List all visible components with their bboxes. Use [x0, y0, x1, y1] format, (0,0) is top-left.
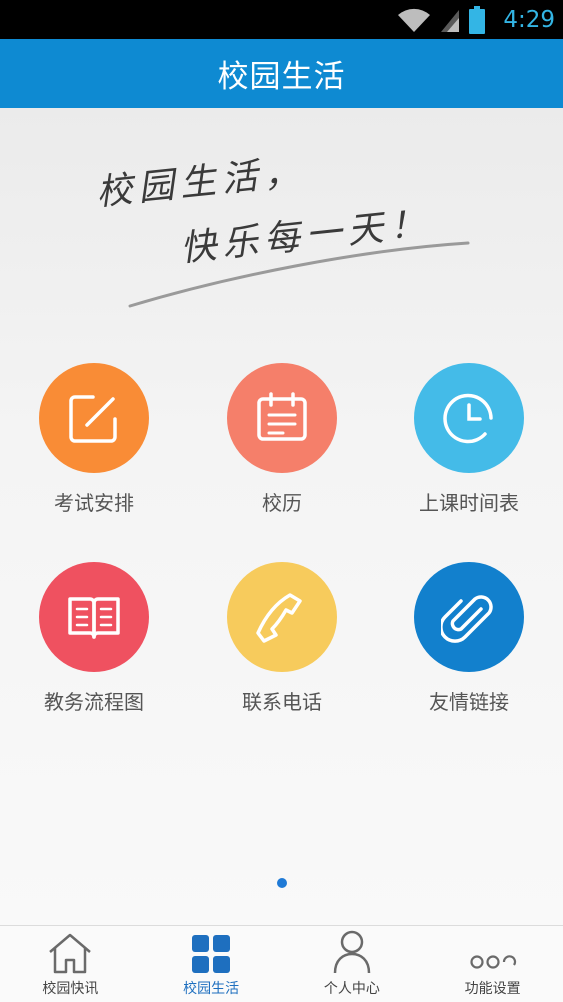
grid-item-label: 联系电话	[242, 690, 322, 714]
more-icon	[470, 955, 516, 969]
grid-item-class-timetable[interactable]: 上课时间表	[375, 363, 563, 543]
grid-item-label: 教务流程图	[44, 690, 144, 714]
battery-icon	[469, 5, 486, 34]
tab-label: 个人中心	[323, 981, 380, 997]
grid-item-circle	[227, 562, 337, 672]
book-icon	[68, 597, 120, 639]
grid-item-circle	[414, 562, 524, 672]
grid-item-circle	[39, 363, 149, 473]
grid-item-label: 友情链接	[429, 690, 509, 714]
slogan-banner: 校园生活， 快乐每一天！	[0, 108, 563, 328]
tab-campus-life[interactable]: 校园生活	[141, 926, 282, 1002]
grid-item-label: 考试安排	[54, 491, 134, 515]
home-icon	[49, 933, 92, 974]
tab-personal-center[interactable]: 个人中心	[282, 926, 423, 1002]
clock-icon	[443, 393, 493, 444]
tab-label: 校园生活	[183, 981, 240, 997]
calendar-icon	[257, 392, 307, 441]
paperclip-icon	[441, 595, 493, 643]
grid-item-label: 校历	[262, 491, 302, 515]
phone-icon	[256, 593, 302, 643]
wifi-icon	[398, 8, 431, 32]
grid-item-circle	[227, 363, 337, 473]
grid-item-contact-phone[interactable]: 联系电话	[188, 562, 376, 742]
page-indicator-dot	[277, 878, 287, 888]
grid-item-academic-flowchart[interactable]: 教务流程图	[0, 562, 188, 742]
grid-item-friendly-links[interactable]: 友情链接	[375, 562, 563, 742]
person-icon	[333, 930, 371, 974]
grid-item-exam-schedule[interactable]: 考试安排	[0, 363, 188, 543]
status-bar: 4:29	[0, 0, 563, 39]
status-time: 4:29	[503, 6, 555, 33]
tab-settings[interactable]: 功能设置	[422, 926, 563, 1002]
page-title: 校园生活	[217, 59, 346, 95]
grid-icon	[192, 935, 231, 973]
tab-campus-news[interactable]: 校园快讯	[0, 926, 141, 1002]
signal-icon	[441, 9, 460, 32]
grid-item-circle	[39, 562, 149, 672]
tab-label: 功能设置	[464, 981, 521, 997]
grid-item-label: 上课时间表	[419, 491, 519, 515]
main-content: 校园生活， 快乐每一天！ 考试安排 校历 上课时间表 教务流程图 联系电话 友情…	[0, 108, 563, 925]
app-header: 校园生活	[0, 39, 563, 108]
slogan-underline	[128, 241, 470, 308]
grid-item-circle	[414, 363, 524, 473]
edit-icon	[69, 395, 117, 443]
bottom-tabbar: 校园快讯 校园生活 个人中心 功能设置	[0, 925, 563, 1002]
tab-label: 校园快讯	[42, 981, 99, 997]
grid-item-school-calendar[interactable]: 校历	[188, 363, 376, 543]
status-icons: 4:29	[397, 0, 555, 39]
